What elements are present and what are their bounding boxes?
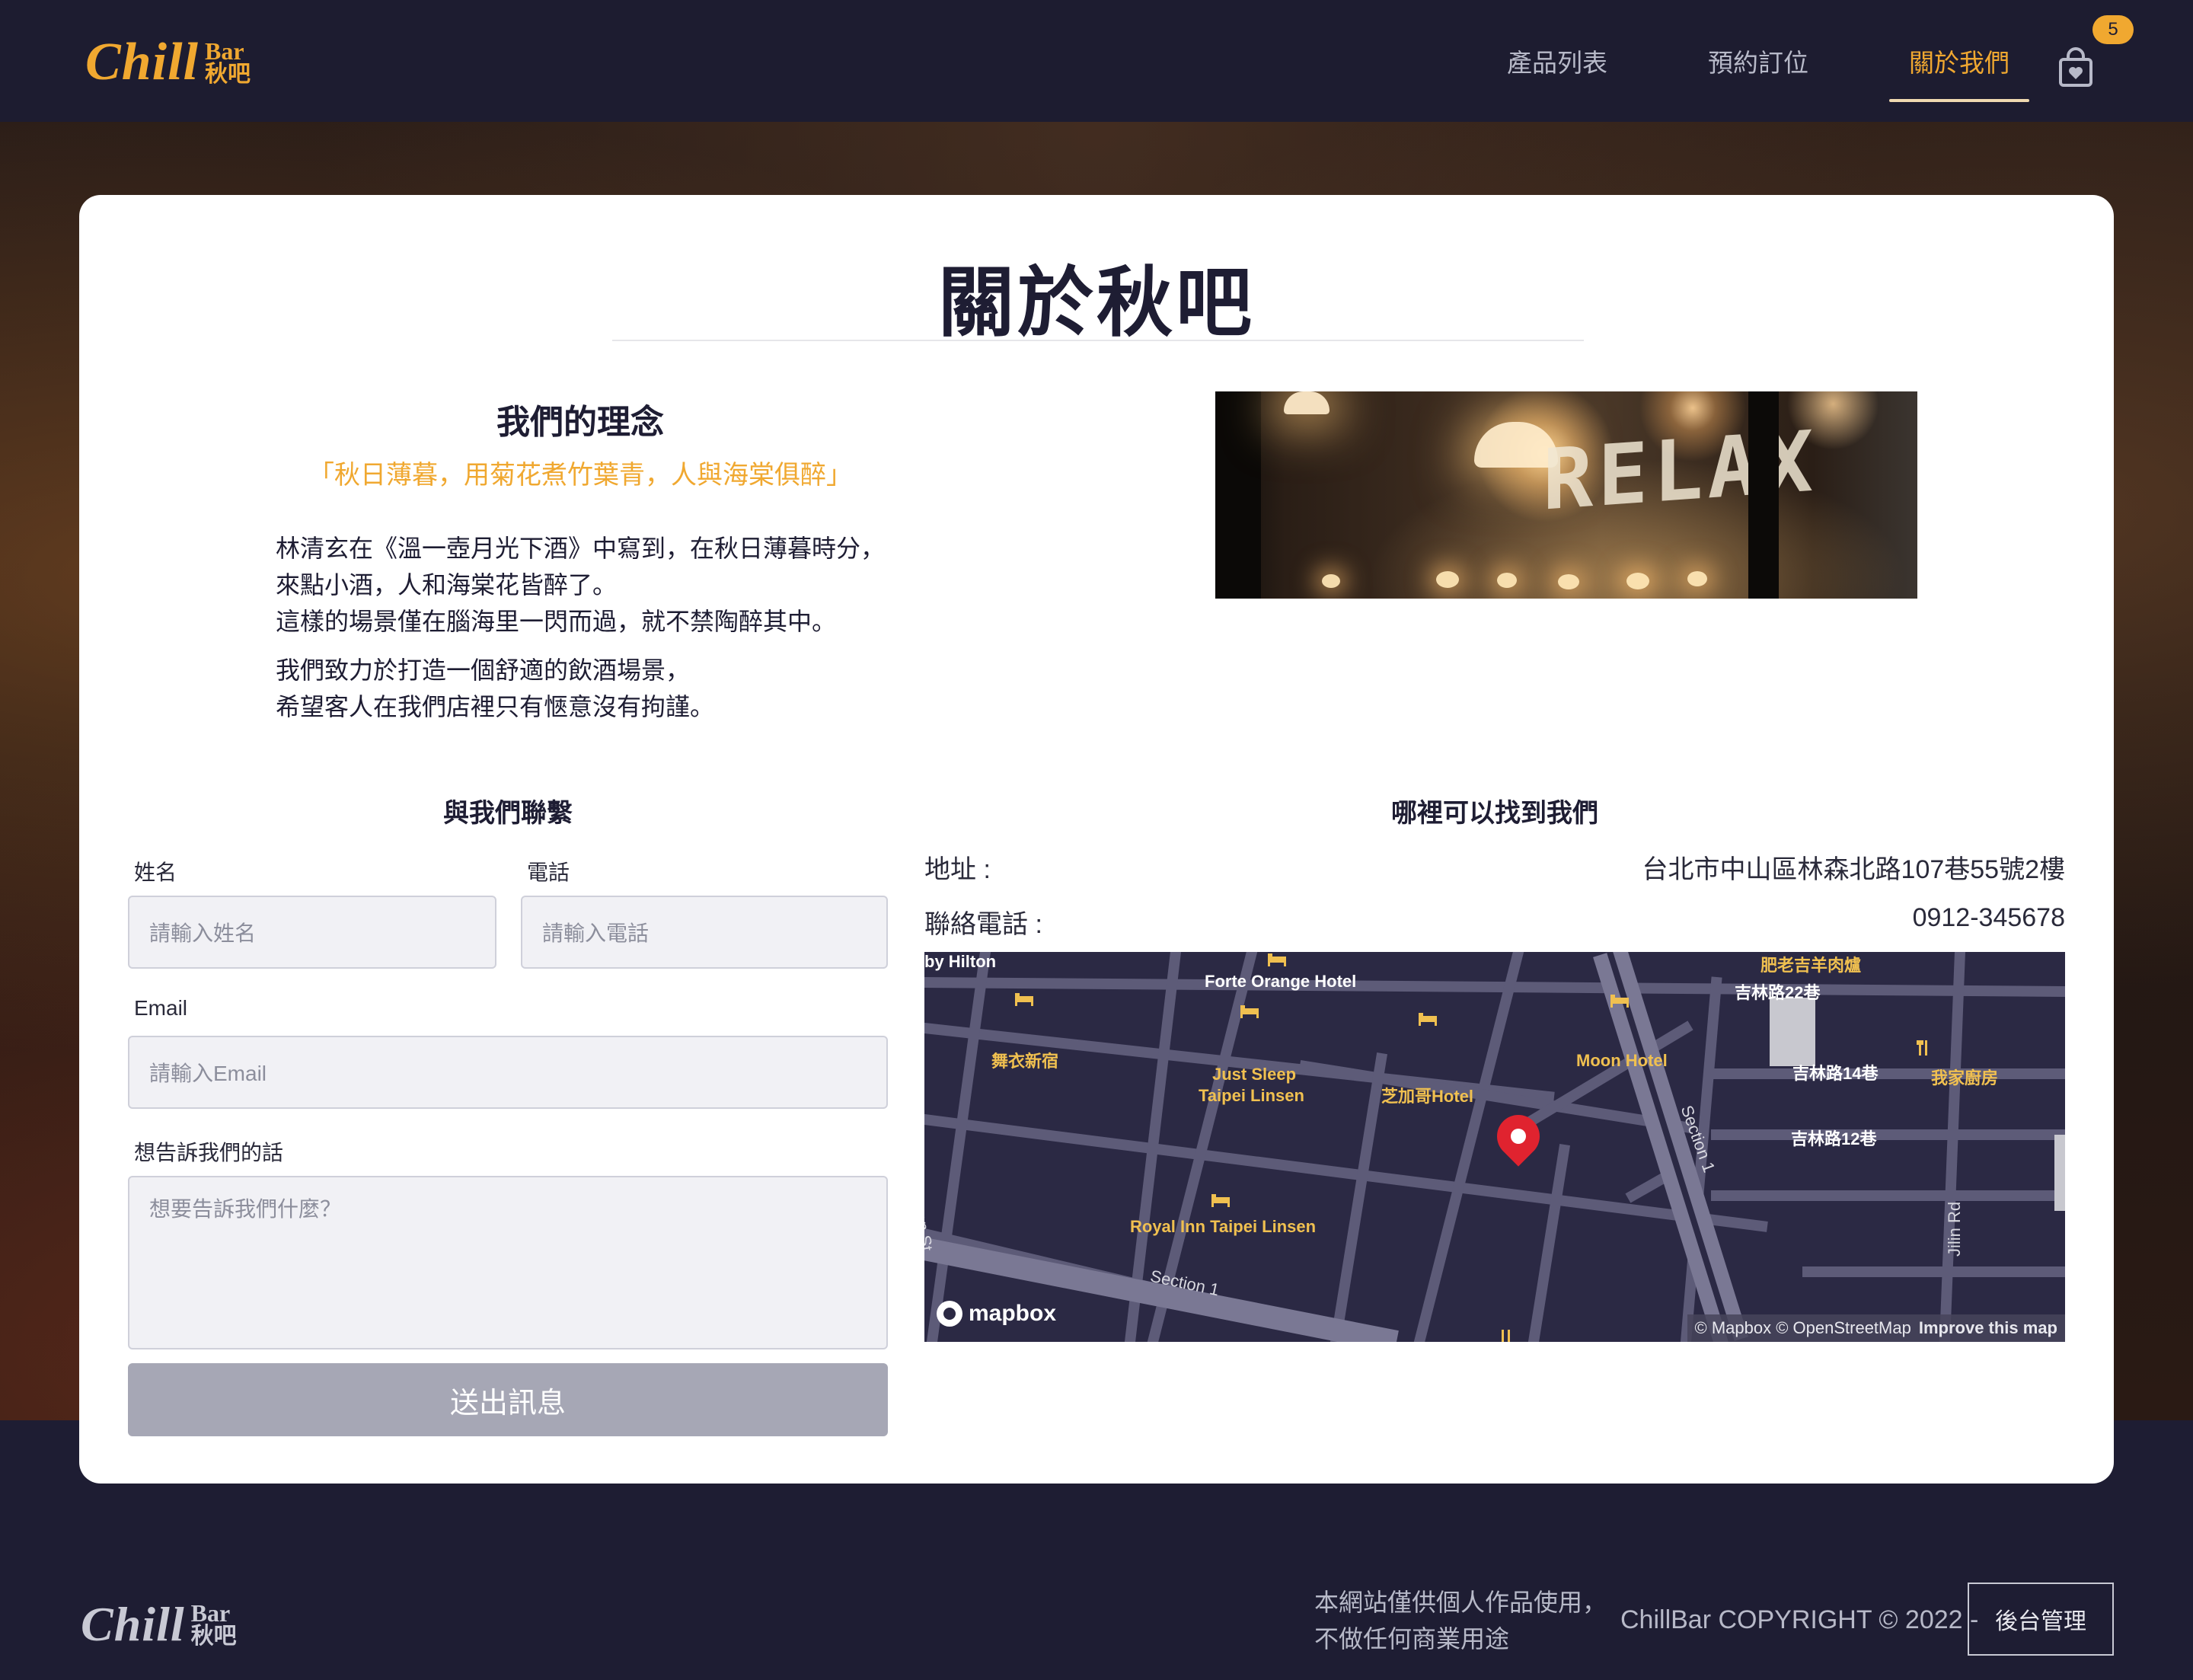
map-label: 肥老吉羊肉爐 [1760, 956, 1862, 975]
logo-top-text: Bar [204, 37, 244, 65]
philosophy-quote: 「秋日薄暮，用菊花煮竹葉青，人與海棠俱醉」 [308, 462, 852, 490]
phone-input[interactable]: 請輸入電話 [521, 896, 888, 969]
name-input[interactable]: 請輸入姓名 [128, 896, 496, 969]
contact-phone-value: 0912-345678 [1912, 903, 2065, 932]
email-input[interactable]: 請輸入Email [128, 1036, 888, 1109]
address-value: 台北市中山區林森北路107巷55號2樓 [1642, 855, 2065, 884]
map-label: Forte Orange Hotel [1205, 972, 1357, 991]
map-street-label: 吉林路22巷 [1735, 983, 1821, 1002]
logo-main-text: Chill [85, 33, 199, 91]
location-map[interactable]: by Hilton Forte Orange Hotel 肥老吉羊肉爐 吉林路2… [924, 952, 2065, 1342]
chillbar-logo[interactable]: Chill Bar 秋吧 [85, 32, 251, 93]
location-heading: 哪裡可以找到我們 [1391, 799, 1598, 828]
contact-phone-label: 聯絡電話 : [924, 910, 1042, 939]
map-label: Royal Inn Taipei Linsen [1130, 1217, 1317, 1236]
improve-map-link[interactable]: Improve this map [1919, 1318, 2057, 1338]
map-streets [924, 952, 2065, 1342]
mapbox-logo-icon [937, 1301, 962, 1327]
map-label: Just Sleep [1212, 1065, 1297, 1084]
nav-links: 產品列表 預約訂位 關於我們 [1426, 0, 2029, 122]
name-label: 姓名 [134, 861, 177, 884]
philosophy-line: 來點小酒，人和海棠花皆醉了。 [276, 571, 618, 599]
cart-count-badge: 5 [2092, 15, 2134, 44]
map-label: 我家廚房 [1931, 1068, 1999, 1088]
map-label: Taipei Linsen [1199, 1086, 1304, 1105]
mapbox-logo-text: mapbox [969, 1301, 1057, 1326]
message-textarea[interactable]: 想要告訴我們什麼？ [128, 1176, 888, 1349]
restaurant-icon [1917, 1040, 1927, 1056]
philosophy-paragraph: 林清玄在《溫一壺月光下酒》中寫到，在秋日薄暮時分， 來點小酒，人和海棠花皆醉了。… [276, 530, 961, 640]
logo-bottom-text: 秋吧 [190, 1624, 237, 1649]
hotel-icon [1015, 993, 1033, 1006]
nav-link-reservation[interactable]: 預約訂位 [1688, 0, 1828, 122]
title-divider [612, 340, 1584, 341]
logo-bottom-text: 秋吧 [204, 62, 251, 87]
email-label: Email [134, 996, 188, 1020]
footer-note-line: 不做任何商業用途 [1314, 1625, 1510, 1653]
footer-logo[interactable]: Chill Bar 秋吧 [81, 1596, 237, 1653]
map-attribution[interactable]: © Mapbox © OpenStreetMap Improve this ma… [1687, 1314, 2065, 1342]
attribution-text[interactable]: © Mapbox © OpenStreetMap [1695, 1318, 1911, 1338]
map-label: by Hilton [924, 952, 997, 971]
about-card: 關於秋吧 我們的理念 「秋日薄暮，用菊花煮竹葉青，人與海棠俱醉」 林清玄在《溫一… [79, 195, 2114, 1484]
admin-button[interactable]: 後台管理 [1968, 1583, 2114, 1656]
message-label: 想告訴我們的話 [134, 1141, 284, 1164]
hotel-icon [1240, 1005, 1259, 1018]
contact-heading: 與我們聯繫 [443, 799, 573, 828]
philosophy-heading: 我們的理念 [496, 404, 664, 441]
mapbox-logo[interactable]: mapbox [937, 1301, 1056, 1327]
map-label: 芝加哥Hotel [1381, 1087, 1474, 1106]
hotel-icon [1211, 1194, 1230, 1207]
footer-note-line: 本網站僅供個人作品使用， [1314, 1589, 1607, 1616]
nav-link-about[interactable]: 關於我們 [1889, 0, 2029, 122]
philosophy-line: 這樣的場景僅在腦海里一閃而過，就不禁陶醉其中。 [276, 608, 837, 635]
phone-label: 電話 [527, 861, 570, 884]
hotel-icon [1419, 1013, 1437, 1026]
map-street-label: 吉林路12巷 [1791, 1129, 1877, 1148]
map-label: Moon Hotel [1576, 1051, 1668, 1070]
submit-button[interactable]: 送出訊息 [128, 1363, 888, 1436]
lamp-light [1284, 391, 1330, 414]
top-navbar: Chill Bar 秋吧 產品列表 預約訂位 關於我們 5 [0, 0, 2193, 122]
philosophy-line: 我們致力於打造一個舒適的飲酒場景， [276, 656, 691, 684]
philosophy-line: 林清玄在《溫一壺月光下酒》中寫到，在秋日薄暮時分， [276, 535, 886, 562]
bar-interior-photo: RELAX [1215, 391, 1917, 599]
philosophy-paragraph: 我們致力於打造一個舒適的飲酒場景， 希望客人在我們店裡只有愜意沒有拘謹。 [276, 652, 961, 725]
logo-top-text: Bar [190, 1599, 231, 1627]
map-street-label: Jilin Rd [1945, 1201, 1964, 1257]
page-title: 關於秋吧 [938, 260, 1255, 346]
address-label: 地址 : [924, 855, 991, 884]
nav-link-products[interactable]: 產品列表 [1487, 0, 1627, 122]
shopping-bag-heart-icon[interactable] [2057, 47, 2094, 87]
copyright-text: ChillBar COPYRIGHT © 2022 - [1620, 1605, 1979, 1634]
philosophy-body: 林清玄在《溫一壺月光下酒》中寫到，在秋日薄暮時分， 來點小酒，人和海棠花皆醉了。… [276, 530, 961, 725]
hotel-icon [1268, 953, 1286, 966]
philosophy-line: 希望客人在我們店裡只有愜意沒有拘謹。 [276, 693, 715, 720]
logo-main-text: Chill [81, 1597, 185, 1651]
map-label: 舞衣新宿 [991, 1052, 1059, 1071]
hotel-icon [1610, 995, 1629, 1008]
restaurant-icon [1502, 1330, 1510, 1342]
footer-disclaimer: 本網站僅供個人作品使用， 不做任何商業用途 [1314, 1584, 1607, 1657]
map-street-label: 吉林路14巷 [1792, 1064, 1879, 1083]
